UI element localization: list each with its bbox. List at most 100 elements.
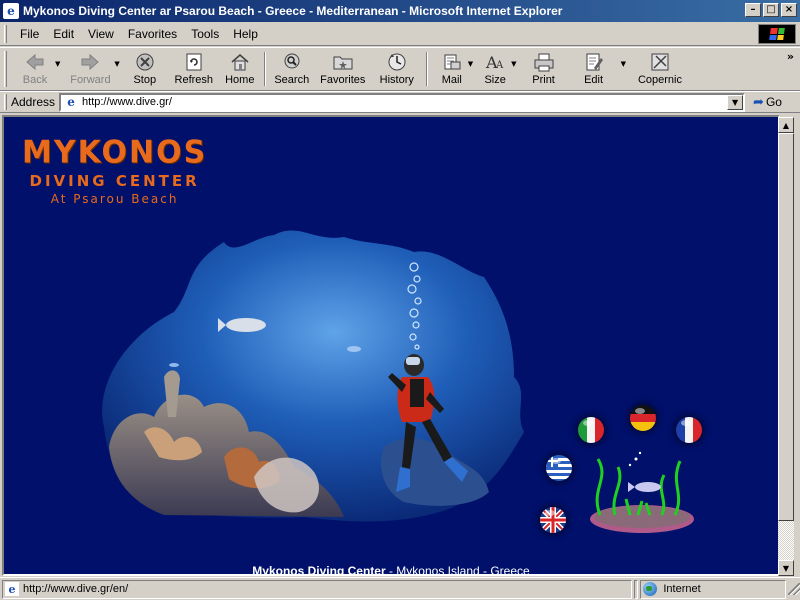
zone-text: Internet: [663, 583, 701, 595]
print-label: Print: [532, 74, 555, 86]
window-controls: – □ ×: [745, 3, 797, 17]
status-zone-panel: Internet: [640, 579, 787, 599]
size-label: Size: [484, 74, 506, 86]
go-arrow-icon: ➦: [753, 94, 764, 109]
page-status-icon: e: [5, 582, 19, 596]
address-dropdown-icon[interactable]: ▼: [727, 94, 744, 110]
mail-dropdown-icon[interactable]: ▼: [468, 60, 473, 68]
ie-icon[interactable]: e: [3, 3, 19, 19]
site-footer: Mykonos Diving Center - Mykonos Island -…: [4, 564, 778, 576]
refresh-icon: [182, 51, 206, 73]
address-label: Address: [11, 95, 56, 109]
flag-france-button[interactable]: [676, 417, 702, 443]
text-size-icon: AA: [483, 51, 507, 73]
language-selector: [524, 397, 714, 537]
search-icon: [280, 51, 304, 73]
windows-logo-icon: [769, 28, 785, 40]
home-icon: [228, 51, 252, 73]
home-label: Home: [225, 74, 255, 86]
toolbar-grip[interactable]: [4, 51, 7, 87]
site-logo[interactable]: MYKONOS DIVING CENTER At Psarou Beach: [22, 134, 207, 206]
address-input[interactable]: [82, 96, 703, 108]
flag-germany-button[interactable]: [630, 405, 656, 431]
history-label: History: [379, 74, 414, 86]
home-button[interactable]: Home: [220, 49, 260, 89]
history-button[interactable]: History: [372, 49, 422, 89]
history-icon: [385, 51, 409, 73]
minimize-button[interactable]: –: [745, 3, 761, 17]
forward-button[interactable]: Forward: [62, 49, 118, 89]
internet-globe-icon: [643, 582, 658, 596]
maximize-button[interactable]: □: [763, 3, 779, 17]
status-panel-empty: [634, 579, 639, 599]
window-titlebar[interactable]: e Mykonos Diving Center ar Psarou Beach …: [0, 0, 800, 22]
flag-greece-button[interactable]: [546, 455, 572, 481]
svg-text:A: A: [495, 60, 504, 71]
scroll-up-icon[interactable]: ▲: [778, 117, 794, 133]
scrollbar-thumb[interactable]: [778, 133, 794, 521]
back-arrow-icon: [23, 51, 47, 73]
page-viewport: MYKONOS DIVING CENTER At Psarou Beach My…: [2, 115, 780, 576]
menu-file[interactable]: File: [13, 25, 46, 43]
search-label: Search: [274, 74, 310, 86]
favorites-button[interactable]: Favorites: [314, 49, 372, 89]
edit-button[interactable]: Edit: [569, 49, 619, 89]
menu-bar: File Edit View Favorites Tools Help: [0, 22, 800, 46]
favorites-folder-icon: [331, 51, 355, 73]
copernic-icon: [648, 51, 672, 73]
flag-uk-button[interactable]: [540, 507, 566, 533]
mail-label: Mail: [441, 74, 462, 86]
back-dropdown-icon[interactable]: ▼: [55, 60, 60, 68]
toolbar-separator: [425, 52, 428, 86]
flag-italy-button[interactable]: [578, 417, 604, 443]
go-button[interactable]: ➦ Go: [753, 94, 782, 110]
menu-view[interactable]: View: [81, 25, 121, 43]
printer-icon: [532, 51, 556, 73]
menu-tools[interactable]: Tools: [184, 25, 226, 43]
stop-label: Stop: [133, 74, 157, 86]
edit-dropdown-icon[interactable]: ▼: [621, 60, 626, 68]
resize-grip-icon[interactable]: [788, 583, 800, 595]
status-panel-main: e http://www.dive.gr/en/: [2, 579, 633, 599]
copernic-button[interactable]: Copernic: [632, 49, 688, 89]
size-button[interactable]: AA Size: [475, 49, 515, 89]
forward-arrow-icon: [78, 51, 102, 73]
address-bar: Address e ▼ ➦ Go: [0, 91, 800, 113]
underwater-diver-image: [102, 230, 524, 522]
aquarium-seaweed-icon: [590, 451, 694, 533]
search-button[interactable]: Search: [270, 49, 314, 89]
edit-label: Edit: [584, 74, 604, 86]
footer-location: - Mykonos Island - Greece: [385, 564, 530, 576]
vertical-scrollbar[interactable]: ▲ ▼: [778, 117, 794, 576]
toolbar-separator: [263, 52, 266, 86]
stop-icon: [133, 51, 157, 73]
refresh-button[interactable]: Refresh: [168, 49, 220, 89]
status-text: http://www.dive.gr/en/: [23, 583, 129, 595]
logo-location: At Psarou Beach: [50, 192, 179, 206]
menu-edit[interactable]: Edit: [46, 25, 81, 43]
edit-page-icon: [582, 51, 606, 73]
close-button[interactable]: ×: [781, 3, 797, 17]
address-field[interactable]: e ▼: [59, 92, 746, 112]
scroll-down-icon[interactable]: ▼: [778, 560, 794, 576]
menubar-grip[interactable]: [4, 24, 7, 43]
mail-icon: [440, 51, 464, 73]
mail-button[interactable]: Mail: [432, 49, 472, 89]
refresh-label: Refresh: [174, 74, 214, 86]
back-button[interactable]: Back: [11, 49, 59, 89]
menu-favorites[interactable]: Favorites: [121, 25, 184, 43]
logo-subtitle: DIVING CENTER: [29, 172, 200, 190]
addressbar-grip[interactable]: [4, 94, 7, 110]
print-button[interactable]: Print: [519, 49, 569, 89]
forward-dropdown-icon[interactable]: ▼: [114, 60, 119, 68]
menu-help[interactable]: Help: [226, 25, 265, 43]
forward-label: Forward: [70, 74, 111, 86]
copernic-label: Copernic: [637, 74, 682, 86]
standard-toolbar: Back ▼ Forward ▼ Stop Refresh Home Searc…: [0, 47, 800, 91]
status-bar: e http://www.dive.gr/en/ Internet: [0, 577, 800, 600]
size-dropdown-icon[interactable]: ▼: [511, 60, 516, 68]
toolbar-overflow-chevron[interactable]: »: [787, 50, 794, 63]
favorites-label: Favorites: [320, 74, 366, 86]
back-label: Back: [22, 74, 48, 86]
stop-button[interactable]: Stop: [122, 49, 168, 89]
